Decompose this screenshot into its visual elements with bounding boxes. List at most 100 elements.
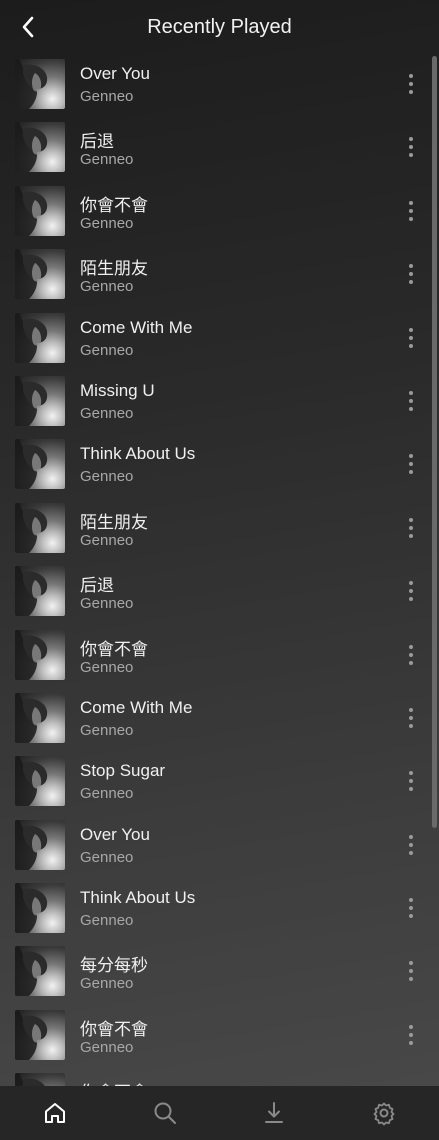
album-cover <box>15 59 65 109</box>
song-row[interactable]: 后退 Genneo <box>0 559 439 622</box>
more-vertical-icon <box>409 1024 413 1029</box>
song-title: 每分每秒 <box>80 956 148 976</box>
song-artist: Genneo <box>80 912 134 930</box>
search-icon <box>154 1102 176 1124</box>
song-row[interactable]: Come With Me Genneo <box>0 306 439 369</box>
song-title: Stop Sugar <box>80 761 166 781</box>
song-row[interactable]: 每分每秒 Genneo <box>0 939 439 1002</box>
more-options-button[interactable] <box>401 452 421 476</box>
song-row[interactable]: 你會不會Genneo <box>0 1066 439 1086</box>
song-row[interactable]: Missing U Genneo <box>0 369 439 432</box>
song-artist: Genneo <box>80 1038 134 1056</box>
song-title: 你會不會 <box>80 1019 148 1039</box>
album-cover <box>15 312 65 363</box>
more-options-button[interactable] <box>401 959 421 983</box>
more-options-button[interactable] <box>401 199 421 223</box>
song-row[interactable]: 你會不會Genneo <box>0 1003 439 1066</box>
song-artist: Genneo <box>80 721 134 739</box>
more-options-button[interactable] <box>401 579 421 603</box>
song-title: 你會不會 <box>80 195 148 215</box>
nav-home[interactable] <box>35 1093 75 1133</box>
album-cover <box>15 1073 65 1086</box>
song-title: 后退 <box>80 132 114 152</box>
song-artist: Genneo <box>80 658 134 676</box>
song-row[interactable]: Think About Us Genneo <box>0 432 439 495</box>
song-row[interactable]: 后退 Genneo <box>0 115 439 178</box>
song-title: 后退 <box>80 576 114 596</box>
nav-search[interactable] <box>145 1093 185 1133</box>
song-artist: Genneo <box>80 975 134 993</box>
more-options-button[interactable] <box>401 769 421 793</box>
song-artist: Genneo <box>80 468 134 486</box>
album-cover <box>15 1009 65 1060</box>
song-row[interactable]: Over You Genneo <box>0 813 439 876</box>
song-row[interactable]: 陌生朋友 Genneo <box>0 242 439 305</box>
download-icon <box>265 1102 284 1123</box>
album-cover <box>15 946 65 997</box>
more-vertical-icon <box>409 137 413 142</box>
song-row[interactable]: 你會不會Genneo <box>0 179 439 242</box>
album-cover <box>15 883 65 934</box>
more-options-button[interactable] <box>401 1023 421 1047</box>
more-options-button[interactable] <box>401 72 421 96</box>
album-cover <box>15 122 65 173</box>
more-vertical-icon <box>409 390 413 395</box>
home-icon <box>44 1103 65 1123</box>
song-title: Over You <box>80 64 150 83</box>
more-options-button[interactable] <box>401 389 421 413</box>
song-artist: Genneo <box>80 341 134 359</box>
song-row[interactable]: Think About Us Genneo <box>0 876 439 939</box>
album-cover <box>15 502 65 553</box>
more-vertical-icon <box>409 327 413 332</box>
song-row[interactable]: Come With Me Genneo <box>0 686 439 749</box>
song-title: 你會不會 <box>80 639 148 659</box>
song-row[interactable]: 陌生朋友 Genneo <box>0 496 439 559</box>
more-vertical-icon <box>409 771 413 776</box>
more-vertical-icon <box>409 644 413 649</box>
album-cover <box>15 185 65 236</box>
more-vertical-icon <box>409 200 413 205</box>
album-cover <box>15 819 65 870</box>
song-row[interactable]: 你會不會Genneo <box>0 623 439 686</box>
song-artist: Genneo <box>80 151 134 169</box>
song-row[interactable]: Stop Sugar Genneo <box>0 749 439 812</box>
scrollbar[interactable] <box>432 56 437 828</box>
album-cover <box>15 249 65 300</box>
song-title: Over You <box>80 824 150 844</box>
bottom-nav <box>0 1086 439 1140</box>
more-options-button[interactable] <box>401 326 421 350</box>
album-cover <box>15 439 65 490</box>
more-vertical-icon <box>409 264 413 269</box>
settings-icon <box>373 1102 395 1126</box>
more-options-button[interactable] <box>401 262 421 286</box>
album-cover <box>15 756 65 807</box>
more-options-button[interactable] <box>401 833 421 857</box>
more-options-button[interactable] <box>401 643 421 667</box>
more-vertical-icon <box>409 517 413 522</box>
more-vertical-icon <box>409 454 413 459</box>
more-options-button[interactable] <box>401 706 421 730</box>
nav-settings[interactable] <box>364 1093 404 1133</box>
more-options-button[interactable] <box>401 135 421 159</box>
more-vertical-icon <box>409 74 413 78</box>
album-cover <box>15 566 65 617</box>
song-title: 陌生朋友 <box>80 512 148 532</box>
more-vertical-icon <box>409 961 413 966</box>
song-artist: Genneo <box>80 531 134 549</box>
song-artist: Genneo <box>80 595 134 613</box>
song-artist: Genneo <box>80 848 134 866</box>
album-cover <box>15 692 65 743</box>
more-options-button[interactable] <box>401 516 421 540</box>
app-header: Recently Played <box>0 0 439 56</box>
song-title: Missing U <box>80 380 155 400</box>
song-list[interactable]: Over You Genneo 后退 Genneo 你會不會 Genneo 陌生朋友 Genn… <box>0 52 439 1086</box>
song-artist: Genneo <box>80 214 134 232</box>
album-cover <box>15 629 65 680</box>
more-vertical-icon <box>409 707 413 712</box>
song-title: Think About Us <box>80 888 196 908</box>
song-title: Come With Me <box>80 697 193 717</box>
nav-download[interactable] <box>254 1093 294 1133</box>
song-title: Come With Me <box>80 317 193 337</box>
song-row[interactable]: Over You Genneo <box>0 52 439 115</box>
more-options-button[interactable] <box>401 896 421 920</box>
